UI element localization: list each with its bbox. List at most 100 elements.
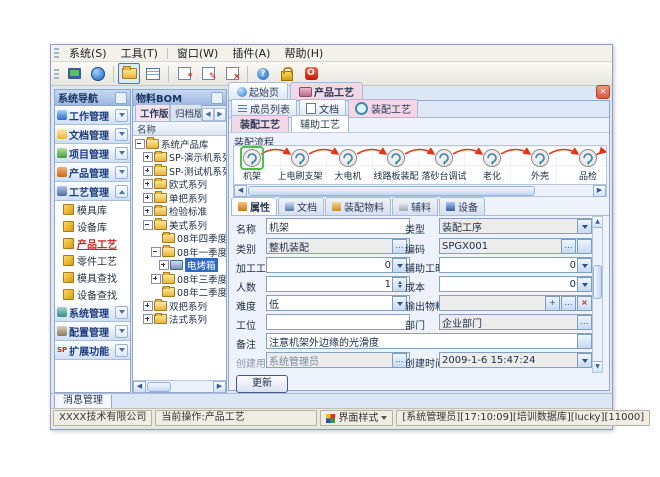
flow-node[interactable]: 老化 xyxy=(469,148,515,182)
scrollbar-thumb[interactable] xyxy=(593,265,602,299)
tree-item[interactable]: 检验标准 xyxy=(133,205,226,219)
category-input[interactable] xyxy=(269,239,391,253)
tree-item[interactable]: 法式系列 xyxy=(133,313,226,327)
name-field[interactable] xyxy=(266,218,410,234)
expand-icon[interactable] xyxy=(143,179,153,189)
tree-item[interactable]: 单把系列 xyxy=(133,191,226,205)
close-icon[interactable]: ✕ xyxy=(596,85,610,99)
chevron-down-icon[interactable] xyxy=(115,166,128,179)
tree-item[interactable]: SP-测试机系列 xyxy=(133,164,226,178)
scrollbar-thumb[interactable] xyxy=(147,382,171,392)
work-hours-input[interactable] xyxy=(269,258,391,272)
tab-prop-documents[interactable]: 文档 xyxy=(278,197,324,215)
flow-node[interactable]: 品检 xyxy=(565,148,611,182)
bom-panel-options-button[interactable] xyxy=(211,92,223,104)
menu-system[interactable]: 系统(S) xyxy=(62,44,114,62)
flow-node[interactable]: 落砂台调试 xyxy=(421,148,467,182)
help-button[interactable]: ? xyxy=(252,63,274,84)
menu-help[interactable]: 帮助(H) xyxy=(277,44,330,62)
nav-group-product[interactable]: 产品管理 xyxy=(55,163,130,182)
nav-group-extend[interactable]: SP扩展功能 xyxy=(55,341,130,360)
station-input[interactable] xyxy=(269,315,407,329)
remark-field[interactable] xyxy=(266,333,595,349)
doc-edit-button[interactable]: ✎ xyxy=(197,63,219,84)
scroll-right-icon[interactable]: ▶ xyxy=(213,381,226,393)
nav-options-button[interactable] xyxy=(115,92,127,104)
department-input[interactable] xyxy=(442,315,576,329)
exit-button[interactable]: O xyxy=(300,63,322,84)
difficulty-input[interactable] xyxy=(269,296,391,310)
more-icon[interactable] xyxy=(577,334,592,349)
menu-tools[interactable]: 工具(T) xyxy=(114,44,165,62)
remark-input[interactable] xyxy=(269,334,576,348)
tab-message-management[interactable]: 消息管理 xyxy=(54,395,112,409)
scroll-down-icon[interactable]: ▼ xyxy=(593,361,602,372)
difficulty-field[interactable] xyxy=(266,295,410,311)
code-field[interactable]: … xyxy=(439,238,595,254)
bom-folder-button[interactable] xyxy=(118,63,140,84)
code-input[interactable] xyxy=(442,239,560,253)
chevron-down-icon[interactable] xyxy=(577,219,592,234)
sidebar-item-mold-lib[interactable]: 模具库 xyxy=(55,201,130,218)
toolbar-grip[interactable] xyxy=(54,69,59,79)
expand-icon[interactable] xyxy=(143,206,153,216)
tab-properties[interactable]: 属性 xyxy=(231,197,277,215)
expand-icon[interactable] xyxy=(143,152,153,162)
tab-archived-version[interactable]: 归档版本 xyxy=(170,104,202,121)
expand-icon[interactable] xyxy=(159,260,169,270)
scroll-left-icon[interactable]: ◀ xyxy=(133,381,146,393)
subtab-assembly[interactable]: 装配工艺 xyxy=(231,115,289,132)
grid-view-button[interactable] xyxy=(142,63,164,84)
create-time-input[interactable] xyxy=(442,353,576,367)
nav-group-system[interactable]: 系统管理 xyxy=(55,303,130,322)
aux-hours-input[interactable] xyxy=(442,258,576,272)
cost-field[interactable] xyxy=(439,276,595,292)
nav-group-work[interactable]: 工作管理 xyxy=(55,106,130,125)
work-hours-field[interactable] xyxy=(266,257,410,273)
chevron-down-icon[interactable] xyxy=(115,147,128,160)
chevron-down-icon[interactable] xyxy=(115,109,128,122)
tree-item[interactable]: 双把系列 xyxy=(133,299,226,313)
update-button[interactable]: 更新 xyxy=(236,375,288,393)
chevron-down-icon[interactable] xyxy=(115,128,128,141)
doc-new-button[interactable]: * xyxy=(173,63,195,84)
add-icon[interactable]: + xyxy=(545,296,560,311)
tree-item-selected[interactable]: 电烤箱 xyxy=(133,259,226,273)
nav-group-process[interactable]: 工艺管理 xyxy=(55,182,130,201)
sidebar-item-part-process[interactable]: 零件工艺 xyxy=(55,252,130,269)
output-material-field[interactable]: +…× xyxy=(439,295,595,311)
tree-column-header[interactable]: 名称 xyxy=(133,122,226,136)
tree-item[interactable]: 08年二季度 xyxy=(133,286,226,300)
chevron-down-icon[interactable] xyxy=(577,277,592,292)
flow-node[interactable]: 机架 xyxy=(229,148,275,182)
chevron-down-icon[interactable] xyxy=(115,306,128,319)
tree-item[interactable]: 08年一季度 xyxy=(133,245,226,259)
flow-node[interactable]: 外壳 xyxy=(517,148,563,182)
tree-item[interactable]: SP-演示机系列 xyxy=(133,151,226,165)
flow-horizontal-scrollbar[interactable]: ◀ ▶ xyxy=(233,184,607,197)
scroll-left-icon[interactable]: ◀ xyxy=(234,185,247,197)
tab-assembly-process[interactable]: 装配工艺 xyxy=(348,99,418,117)
chevron-down-icon[interactable] xyxy=(115,344,128,357)
tab-auxiliary-materials[interactable]: 辅料 xyxy=(392,197,438,215)
detail-icon[interactable] xyxy=(577,239,592,254)
tree-item[interactable]: 美式系列 xyxy=(133,218,226,232)
lock-button[interactable] xyxy=(276,63,298,84)
scroll-right-icon[interactable]: ▶ xyxy=(593,185,606,197)
name-input[interactable] xyxy=(269,219,407,233)
sidebar-item-product-process[interactable]: 产品工艺 xyxy=(55,235,130,252)
ui-style-dropdown[interactable]: 界面样式 xyxy=(320,410,393,426)
doc-delete-button[interactable]: × xyxy=(221,63,243,84)
tab-equipment[interactable]: 设备 xyxy=(439,197,485,215)
chevron-up-icon[interactable] xyxy=(115,185,128,198)
scrollbar-thumb[interactable] xyxy=(248,186,535,196)
sidebar-item-device-search[interactable]: 设备查找 xyxy=(55,286,130,303)
tree-horizontal-scrollbar[interactable]: ◀ ▶ xyxy=(133,380,226,392)
collapse-icon[interactable] xyxy=(135,139,145,149)
aux-hours-field[interactable] xyxy=(439,257,595,273)
scroll-up-icon[interactable]: ▲ xyxy=(593,217,602,228)
sidebar-item-device-lib[interactable]: 设备库 xyxy=(55,218,130,235)
flow-node[interactable]: 大电机 xyxy=(325,148,371,182)
tab-scroll-left-icon[interactable]: ◀ xyxy=(202,108,214,121)
expand-icon[interactable] xyxy=(143,193,153,203)
